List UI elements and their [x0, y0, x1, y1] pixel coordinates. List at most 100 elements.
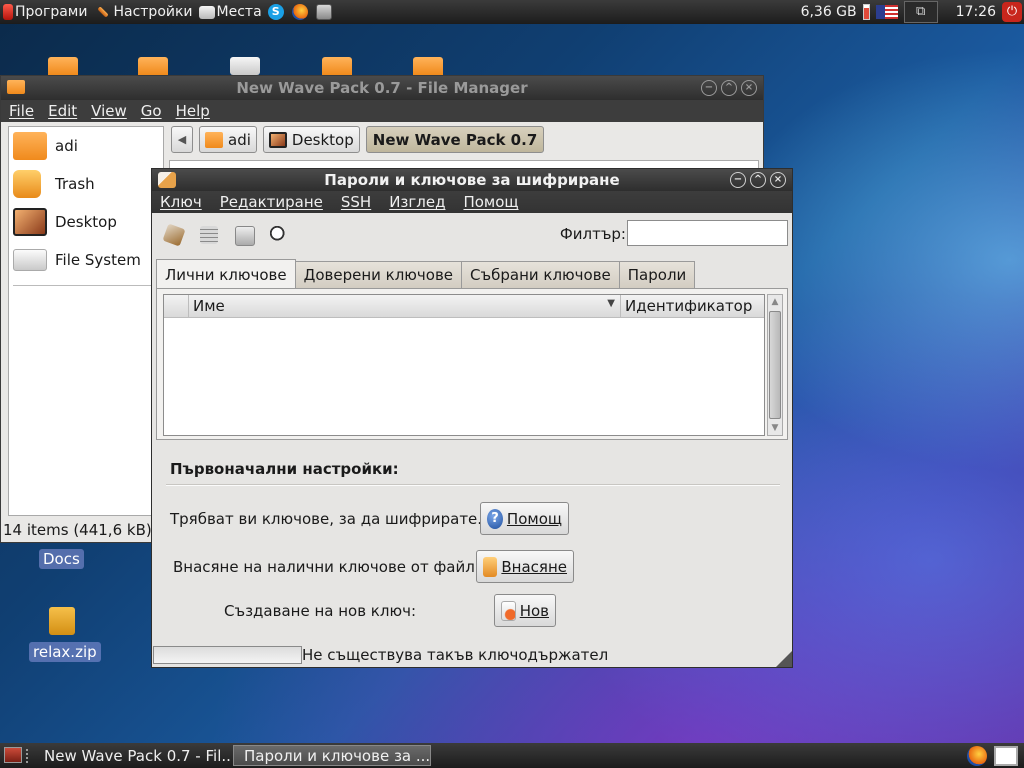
scroll-down-icon[interactable]: ▼ — [768, 421, 782, 435]
sidebar-item-desktop[interactable]: Desktop — [9, 203, 163, 241]
desktop-drive-icon[interactable] — [230, 57, 260, 75]
desktop-icon — [268, 131, 287, 148]
tab-panel: Име ▼ Идентификатор ▲ ▼ — [156, 288, 788, 440]
dialog-titlebar[interactable]: Пароли и ключове за шифриране − ^ × — [152, 169, 792, 191]
sidebar-item-home[interactable]: adi — [9, 127, 163, 165]
sign-key-icon[interactable] — [161, 222, 187, 248]
properties-icon[interactable] — [231, 222, 257, 248]
minimize-button[interactable]: − — [730, 172, 746, 188]
menu-go[interactable]: Go — [141, 102, 162, 120]
tab-personal-keys[interactable]: Лични ключове — [156, 259, 296, 288]
vertical-scrollbar[interactable]: ▲ ▼ — [767, 294, 783, 436]
sidebar-item-trash[interactable]: Trash — [9, 165, 163, 203]
desktop-icon — [13, 208, 47, 236]
sidebar-item-label: adi — [55, 137, 78, 155]
path-button-desktop[interactable]: Desktop — [262, 126, 360, 153]
drive-icon — [198, 5, 215, 19]
path-scroll-left-button[interactable]: ◀ — [171, 126, 193, 153]
desktop-folder-icon[interactable] — [413, 57, 443, 75]
desktop-folder-icon[interactable] — [138, 57, 168, 75]
close-button[interactable]: × — [741, 80, 757, 96]
dialog-statusbar: Не съществува такъв ключодържател — [152, 645, 792, 667]
dialog-menubar: Ключ Редактиране SSH Изглед Помощ — [152, 191, 792, 213]
show-desktop-icon[interactable] — [4, 747, 22, 763]
sidebar-item-label: Desktop — [55, 213, 117, 231]
help-button[interactable]: ? Помощ — [480, 502, 569, 535]
file-manager-titlebar[interactable]: New Wave Pack 0.7 - File Manager − ^ × — [1, 76, 763, 100]
disk-free: 6,36 GB — [800, 4, 857, 20]
dialog-title: Пароли и ключове за шифриране — [324, 171, 620, 189]
camera-icon — [315, 4, 332, 20]
top-panel: Програми Настройки Места S 6,36 GB ⧉ 17:… — [0, 0, 1024, 24]
skype-launcher[interactable]: S — [265, 0, 289, 24]
import-button[interactable]: Внасяне — [476, 550, 574, 583]
column-header-label: Име — [193, 297, 225, 315]
menu-ssh[interactable]: SSH — [341, 193, 371, 211]
workspace-switcher[interactable]: ⧉ — [903, 1, 938, 23]
path-label: adi — [228, 130, 251, 149]
applications-menu[interactable]: Програми — [0, 0, 90, 24]
sidebar-item-filesystem[interactable]: File System — [9, 241, 163, 279]
menu-help[interactable]: Помощ — [463, 193, 518, 211]
desktop-label-zip[interactable]: relax.zip — [29, 642, 101, 662]
tab-collected-keys[interactable]: Събрани ключове — [461, 261, 620, 288]
applications-icon — [3, 4, 13, 20]
menu-edit[interactable]: Редактиране — [220, 193, 323, 211]
sidebar-divider — [13, 285, 159, 286]
maximize-button[interactable]: ^ — [750, 172, 766, 188]
path-button-home[interactable]: adi — [199, 126, 257, 153]
tab-passwords[interactable]: Пароли — [618, 261, 696, 288]
filter-label: Филтър: — [559, 225, 626, 243]
screenshot-launcher[interactable] — [313, 0, 337, 24]
sort-down-icon: ▼ — [607, 298, 615, 309]
desktop-folder-icon[interactable] — [48, 57, 78, 75]
settings-menu[interactable]: Настройки — [90, 0, 195, 24]
menu-key[interactable]: Ключ — [160, 193, 202, 211]
power-icon[interactable]: ⏻ — [1002, 2, 1022, 22]
keys-list[interactable]: Име ▼ Идентификатор — [163, 294, 765, 436]
desktop-folder-icon[interactable] — [322, 57, 352, 75]
new-key-button[interactable]: Нов — [494, 594, 556, 627]
zip-archive-icon[interactable] — [49, 607, 75, 635]
column-header-label: Идентификатор — [625, 297, 753, 315]
menu-help[interactable]: Help — [176, 102, 210, 120]
column-header-identifier[interactable]: Идентификатор — [621, 295, 764, 318]
new-key-icon — [501, 600, 516, 621]
desktop-label-docs[interactable]: Docs — [39, 549, 84, 569]
menu-view[interactable]: View — [91, 102, 127, 120]
sidebar-item-label: File System — [55, 251, 141, 269]
scrollbar-thumb[interactable] — [769, 311, 781, 419]
tab-trusted-keys[interactable]: Доверени ключове — [294, 261, 463, 288]
menu-view[interactable]: Изглед — [389, 193, 445, 211]
menu-file[interactable]: File — [9, 102, 34, 120]
clock[interactable]: 17:26 — [956, 4, 996, 20]
filter-input[interactable] — [627, 220, 788, 246]
task-file-manager[interactable]: New Wave Pack 0.7 - Fil... — [34, 745, 230, 766]
scroll-up-icon[interactable]: ▲ — [768, 295, 782, 309]
firefox-launcher[interactable] — [289, 0, 313, 24]
task-passwords-keys[interactable]: Пароли и ключове за ... — [233, 745, 431, 766]
close-button[interactable]: × — [770, 172, 786, 188]
firefox-icon[interactable] — [967, 746, 987, 766]
menu-edit[interactable]: Edit — [48, 102, 77, 120]
help-button-label: Помощ — [506, 509, 562, 528]
search-icon[interactable] — [266, 222, 292, 248]
section-divider — [166, 484, 780, 486]
keyboard-layout-flag-icon[interactable] — [875, 5, 898, 19]
panel-handle[interactable] — [26, 749, 30, 763]
resize-grip[interactable] — [776, 651, 792, 667]
maximize-button[interactable]: ^ — [721, 80, 737, 96]
applications-label: Програми — [15, 4, 88, 20]
column-header-name[interactable]: Име ▼ — [189, 295, 621, 318]
path-button-current[interactable]: New Wave Pack 0.7 — [365, 126, 545, 153]
workspace-switcher[interactable] — [994, 746, 1018, 766]
edit-icon[interactable] — [196, 222, 222, 248]
home-folder-icon — [13, 132, 47, 160]
places-menu[interactable]: Места — [196, 0, 265, 24]
places-sidebar: adi Trash Desktop File System — [8, 126, 164, 516]
battery-icon[interactable] — [862, 4, 870, 20]
column-header-icon[interactable] — [164, 295, 189, 318]
minimize-button[interactable]: − — [701, 80, 717, 96]
file-manager-title: New Wave Pack 0.7 - File Manager — [236, 79, 528, 97]
home-folder-icon — [205, 131, 223, 148]
